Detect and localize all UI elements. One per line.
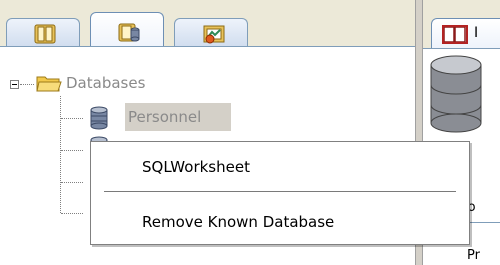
tab-reports[interactable] <box>174 18 248 48</box>
context-menu: SQLWorksheet Remove Known Database <box>90 141 470 245</box>
tab-databases[interactable] <box>90 12 164 48</box>
menu-item-sqlworksheet[interactable]: SQLWorksheet <box>91 145 469 189</box>
tab-detail[interactable]: I <box>431 18 500 48</box>
tree-root-label[interactable]: Databases <box>66 74 145 92</box>
menu-item-label: SQLWorksheet <box>142 158 250 176</box>
database-icon <box>88 106 110 134</box>
menu-item-remove-known-database[interactable]: Remove Known Database <box>91 200 469 244</box>
tree-connector <box>20 84 34 85</box>
database-book-icon <box>117 21 141 47</box>
book-icon <box>442 24 468 48</box>
tab-connections[interactable] <box>6 18 80 48</box>
tree-collapse-toggle[interactable] <box>10 80 19 89</box>
tree-item-personnel[interactable]: Personnel <box>128 108 201 126</box>
navigator-tab-strip <box>0 0 415 48</box>
menu-item-label: Remove Known Database <box>142 213 335 231</box>
tree-connector <box>61 118 83 119</box>
database-large-icon <box>429 55 485 139</box>
menu-separator <box>104 191 456 192</box>
folder-open-icon <box>36 73 62 97</box>
tree-connector <box>61 182 83 183</box>
tree-connector <box>61 213 83 214</box>
detail-tab-label: I <box>474 25 479 41</box>
properties-label: Pr <box>467 248 480 263</box>
tree-connector-vertical <box>60 96 61 213</box>
tree-connector <box>61 150 83 151</box>
